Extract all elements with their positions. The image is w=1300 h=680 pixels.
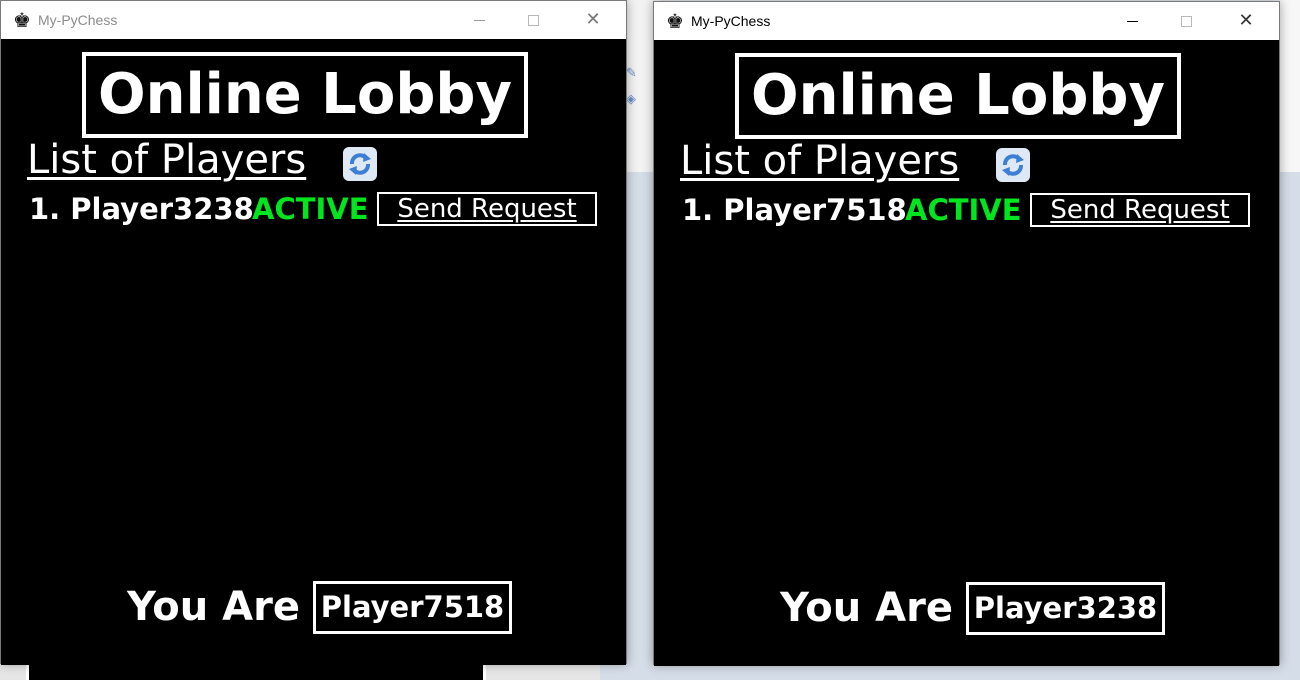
player-name: 1. Player3238 [29, 192, 254, 226]
desktop-background-right [1280, 172, 1300, 680]
status-badge: ACTIVE [252, 192, 369, 226]
maximize-icon [1180, 15, 1192, 27]
maximize-button[interactable] [1163, 2, 1209, 40]
you-are-label: You Are [127, 584, 300, 630]
fill-icon: ◈ [626, 92, 636, 107]
send-request-button[interactable]: Send Request [377, 192, 597, 226]
background-window-fragment [26, 664, 486, 680]
status-badge: ACTIVE [905, 193, 1022, 227]
maximize-button[interactable] [510, 1, 556, 39]
list-item: 1. Player3238 ACTIVE Send Request [27, 191, 607, 227]
minimize-icon [1126, 20, 1138, 22]
title-bar[interactable]: ♚ My-PyChess ✕ [1, 1, 626, 39]
lobby-canvas: Online Lobby List of Players 1. Player32… [1, 39, 626, 665]
window-title: My-PyChess [691, 13, 771, 29]
title-bar[interactable]: ♚ My-PyChess ✕ [654, 2, 1279, 40]
refresh-icon[interactable] [996, 148, 1030, 182]
list-item: 1. Player7518 ACTIVE Send Request [680, 192, 1260, 228]
close-icon: ✕ [1238, 10, 1254, 31]
pencil-icon: ✎ [626, 66, 637, 81]
player-name: 1. Player7518 [682, 193, 907, 227]
minimize-button[interactable] [456, 1, 502, 39]
send-request-button[interactable]: Send Request [1030, 193, 1250, 227]
chess-king-icon: ♚ [666, 9, 684, 33]
close-button[interactable]: ✕ [570, 1, 616, 39]
lobby-title: Online Lobby [735, 53, 1181, 139]
maximize-icon [527, 14, 539, 26]
chess-king-icon: ♚ [13, 8, 31, 32]
window-title: My-PyChess [38, 12, 118, 28]
lobby-canvas: Online Lobby List of Players 1. Player75… [654, 40, 1279, 666]
you-are-label: You Are [780, 585, 953, 631]
minimize-button[interactable] [1109, 2, 1155, 40]
players-heading: List of Players [27, 137, 307, 183]
current-player-name: Player3238 [966, 582, 1165, 635]
pychess-window-left: ♚ My-PyChess ✕ Online Lobby List of Play… [0, 0, 627, 665]
refresh-icon[interactable] [343, 147, 377, 181]
minimize-icon [473, 19, 485, 21]
close-button[interactable]: ✕ [1223, 2, 1269, 40]
current-player-name: Player7518 [313, 581, 512, 634]
close-icon: ✕ [585, 9, 601, 30]
pychess-window-right: ♚ My-PyChess ✕ Online Lobby List of Play… [653, 1, 1280, 666]
players-heading: List of Players [680, 138, 960, 184]
lobby-title: Online Lobby [82, 52, 528, 138]
